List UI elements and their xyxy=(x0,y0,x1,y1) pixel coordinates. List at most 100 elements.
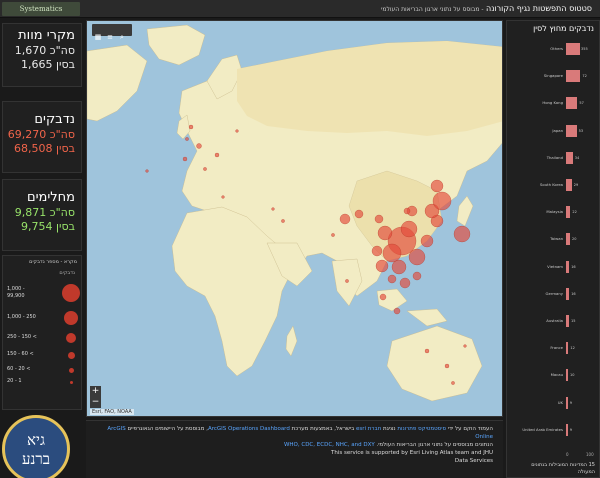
legend-dot xyxy=(64,311,78,325)
chart-category-label: South Korea xyxy=(539,182,563,187)
info-text: , מבוססת על היישומים הגאוגרפיים xyxy=(125,426,208,432)
esri-link[interactable]: חברת esri xyxy=(356,426,381,432)
chart-row[interactable]: Thailand 34 xyxy=(507,150,600,166)
legend-item-label: 150 - 60 < xyxy=(7,351,34,357)
panel-title: נדבקים מחוץ לסין xyxy=(533,24,594,33)
chart-row[interactable]: Singapore 72 xyxy=(507,68,600,84)
chart-category-label: Germany xyxy=(545,290,563,296)
info-text: בישראל, באמצעות מערכת xyxy=(289,426,357,432)
deaths-china: בסין 1,665 xyxy=(21,58,75,71)
chart-value-label: 9 xyxy=(569,400,573,405)
legend-item: 250 - 150 < xyxy=(7,332,79,344)
sources-link[interactable]: WHO, CDC, ECDC, NHC, and DXY xyxy=(284,442,375,448)
chart-row[interactable]: France 12 xyxy=(507,340,600,356)
chart-category-label: Malaysia xyxy=(546,209,563,215)
dashboard-link[interactable]: ArcGIS Operations Dashboard xyxy=(208,426,290,432)
chart-value-label: 355 xyxy=(581,47,588,51)
cases-china: בסין 68,508 xyxy=(14,142,75,155)
chart-category-label: Others xyxy=(550,46,563,51)
chart-value-label: 10 xyxy=(570,373,575,378)
map-toolbar: ▦ ≡ ⌕ xyxy=(92,24,132,41)
zoom-out-button[interactable]: − xyxy=(90,397,101,408)
footer-line-2: המעולה xyxy=(577,469,595,475)
legend-dot xyxy=(62,284,80,302)
footer-line-1: 15 המדינות המובילות בנתונים xyxy=(531,462,595,468)
world-map[interactable]: ▦ ≡ ⌕ + − Esri, FAO, NOAA xyxy=(86,20,503,417)
legend-item-label: 250 - 150 < xyxy=(7,334,37,340)
systematics-logo[interactable]: Systematics xyxy=(2,2,80,16)
chart-value-label: 16 xyxy=(571,291,576,296)
chart-bar xyxy=(566,233,570,246)
chart-row[interactable]: Germany 16 xyxy=(507,286,600,302)
chart-row[interactable]: Others 355 xyxy=(507,41,600,57)
chart-value-label: 29 xyxy=(573,183,579,187)
chart-category-label: Macau xyxy=(550,372,563,378)
chart-bar xyxy=(566,260,570,273)
arcgis-online-link[interactable]: Online xyxy=(96,433,493,441)
chart-category-label: UK xyxy=(557,399,563,405)
chart-bar xyxy=(566,423,568,436)
chart-bar xyxy=(566,43,580,55)
chart-category-label: Taiwan xyxy=(550,236,563,242)
recovered-card: מחלימים סה"כ 9,871 בסין 9,754 xyxy=(2,179,82,251)
map-legend: מקרא - מספר נדבקים נדבקים 1,000 -99,900 1… xyxy=(2,255,82,410)
chart-bar xyxy=(566,396,568,409)
badge-line2: ברנע xyxy=(22,450,50,468)
chart-row[interactable]: Australia 15 xyxy=(507,313,600,329)
grid-icon[interactable]: ▦ xyxy=(92,31,104,43)
list-icon[interactable]: ≡ xyxy=(104,31,116,43)
info-text: נציגת xyxy=(381,426,398,432)
info-line-1: העמוד הוקם על ידי סיסטמטיקס פתרונות נציג… xyxy=(96,425,493,433)
cases-total: סה"כ 69,270 xyxy=(7,128,75,141)
chart-row[interactable]: Taiwan 20 xyxy=(507,231,600,247)
legend-dot xyxy=(67,351,75,359)
legend-item-label: 1,000 - xyxy=(7,286,25,292)
chart-value-label: 53 xyxy=(578,128,584,133)
search-icon[interactable]: ⌕ xyxy=(116,31,128,43)
legend-title: מקרא - מספר נדבקים xyxy=(29,259,77,265)
chart-row[interactable]: Macau 10 xyxy=(507,367,600,383)
country-bar-chart: Others 355 Singapore 72 Hong Kong 57 Japan 53 Th… xyxy=(507,41,600,461)
chart-bar xyxy=(566,206,571,219)
info-line-4: Data Services xyxy=(454,458,493,464)
deaths-total: סה"כ 1,670 xyxy=(14,44,75,57)
systematics-link[interactable]: סיסטמטיקס פתרונות xyxy=(397,426,446,432)
zoom-control: + − xyxy=(90,386,101,408)
chart-row[interactable]: United Arab Emirates 9 xyxy=(507,422,600,438)
info-line-3b: This service is supported by Esri Living… xyxy=(330,450,493,456)
zoom-in-button[interactable]: + xyxy=(90,386,101,397)
legend-item: 20 - 1 xyxy=(7,376,79,388)
legend-item-label: 60 - 20 < xyxy=(7,366,31,372)
chart-row[interactable]: Malaysia 22 xyxy=(507,204,600,220)
cases-card: נדבקים סה"כ 69,270 בסין 68,508 xyxy=(2,101,82,173)
chart-bar xyxy=(566,151,573,164)
chart-bar xyxy=(566,369,568,382)
legend-dot xyxy=(69,380,73,384)
chart-row[interactable]: Japan 53 xyxy=(507,123,600,139)
chart-category-label: Vietnam xyxy=(547,263,563,269)
chart-value-label: 16 xyxy=(571,264,576,269)
legend-dot xyxy=(66,333,76,343)
chart-bar xyxy=(566,97,578,110)
deaths-label: מקרי מוות xyxy=(18,28,75,43)
chart-row[interactable]: Vietnam 16 xyxy=(507,259,600,275)
legend-item-label-2: 99,900 xyxy=(7,293,25,299)
title-main: סטטוס התפשטות נגיף הקורונה xyxy=(486,4,592,13)
guy-barnea-badge[interactable]: גיא ברנע xyxy=(2,415,70,478)
map-canvas xyxy=(87,24,502,402)
chart-value-label: 12 xyxy=(570,346,575,351)
cases-label: נדבקים xyxy=(34,112,75,127)
left-panel: מקרי מוות סה"כ 1,670 בסין 1,665 נדבקים ס… xyxy=(0,19,84,478)
info-line-3: הנתונים מבוססים על נתוני ארגון הבריאות ה… xyxy=(96,441,493,449)
chart-value-label: 57 xyxy=(579,101,584,106)
deaths-card: מקרי מוות סה"כ 1,670 בסין 1,665 xyxy=(2,23,82,87)
legend-subtitle: נדבקים xyxy=(59,270,75,276)
legend-item-label: 20 - 1 xyxy=(7,378,22,384)
chart-value-label: 20 xyxy=(572,237,577,242)
chart-row[interactable]: South Korea 29 xyxy=(507,177,600,193)
legend-item: 150 - 60 < xyxy=(7,349,79,361)
axis-tick-0: 0 xyxy=(566,452,569,457)
arcgis-link[interactable]: ArcGIS xyxy=(107,426,125,432)
chart-row[interactable]: UK 9 xyxy=(507,395,600,411)
chart-row[interactable]: Hong Kong 57 xyxy=(507,95,600,111)
